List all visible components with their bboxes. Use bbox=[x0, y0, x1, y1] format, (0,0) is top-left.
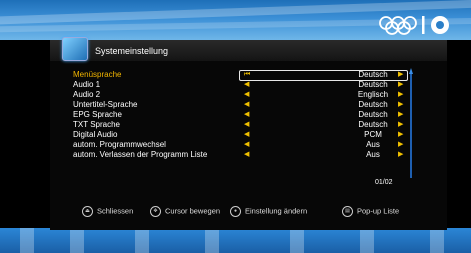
setting-label: Menüsprache bbox=[73, 70, 122, 79]
setting-value: Englisch bbox=[357, 90, 389, 99]
arrow-left-icon[interactable]: ◀ bbox=[244, 140, 249, 150]
setting-label: autom. Verlassen der Programm Liste bbox=[73, 150, 208, 159]
setting-row-digital-audio[interactable]: Digital Audio ◀ PCM ▶ bbox=[73, 130, 413, 140]
setting-label: TXT Sprache bbox=[73, 120, 120, 129]
arrow-left-icon[interactable]: ◀ bbox=[244, 150, 249, 160]
footer-move[interactable]: ✥ Cursor bewegen bbox=[150, 206, 220, 217]
popup-button-icon: ▤ bbox=[342, 206, 353, 217]
footer-close[interactable]: ⏏ Schliessen bbox=[82, 206, 133, 217]
setting-value: Aus bbox=[366, 150, 380, 159]
setting-label: Audio 2 bbox=[73, 90, 101, 99]
setting-row-auto-exit-list[interactable]: autom. Verlassen der Programm Liste ◀ Au… bbox=[73, 150, 413, 160]
setting-label: Digital Audio bbox=[73, 130, 118, 139]
footer-change[interactable]: ● Einstellung ändern bbox=[230, 206, 307, 217]
arrow-right-icon[interactable]: ▶ bbox=[398, 70, 403, 80]
setting-value: Deutsch bbox=[358, 80, 388, 89]
settings-list: Menüsprache ⏮ Deutsch ▶ Audio 1 ◀ Deutsc… bbox=[73, 70, 413, 160]
setting-value: Deutsch bbox=[358, 110, 388, 119]
settings-icon bbox=[62, 37, 88, 61]
setting-row-txt-language[interactable]: TXT Sprache ◀ Deutsch ▶ bbox=[73, 120, 413, 130]
page-title: Systemeinstellung bbox=[95, 46, 169, 56]
arrow-left-icon[interactable]: ◀ bbox=[244, 90, 249, 100]
setting-value: PCM bbox=[364, 130, 382, 139]
arrow-right-icon[interactable]: ▶ bbox=[398, 100, 403, 110]
page-indicator: 01/02 bbox=[375, 179, 393, 186]
arrow-left-icon[interactable]: ◀ bbox=[244, 80, 249, 90]
scrollbar[interactable] bbox=[409, 68, 413, 178]
setting-label: EPG Sprache bbox=[73, 110, 122, 119]
arrow-right-icon[interactable]: ▶ bbox=[398, 150, 403, 160]
setting-row-menu-language[interactable]: Menüsprache ⏮ Deutsch ▶ bbox=[73, 70, 413, 81]
setting-value: Deutsch bbox=[358, 100, 388, 109]
setting-row-audio-2[interactable]: Audio 2 ◀ Englisch ▶ bbox=[73, 90, 413, 100]
arrow-right-icon[interactable]: ▶ bbox=[398, 130, 403, 140]
setting-value: Deutsch bbox=[358, 120, 388, 129]
footer-change-label: Einstellung ändern bbox=[245, 206, 308, 216]
arrow-right-icon[interactable]: ▶ bbox=[398, 120, 403, 130]
cursor-button-icon: ✥ bbox=[150, 206, 161, 217]
arrow-left-icon[interactable]: ◀ bbox=[244, 120, 249, 130]
arrow-left-double-icon[interactable]: ⏮ bbox=[244, 70, 250, 80]
ok-button-icon: ● bbox=[230, 206, 241, 217]
arrow-right-icon[interactable]: ▶ bbox=[398, 90, 403, 100]
arrow-left-icon[interactable]: ◀ bbox=[244, 110, 249, 120]
arrow-right-icon[interactable]: ▶ bbox=[398, 140, 403, 150]
footer-close-label: Schliessen bbox=[97, 206, 134, 216]
exit-button-icon: ⏏ bbox=[82, 206, 93, 217]
footer-move-label: Cursor bewegen bbox=[165, 206, 221, 216]
setting-row-subtitle-language[interactable]: Untertitel-Sprache ◀ Deutsch ▶ bbox=[73, 100, 413, 110]
setting-label: Audio 1 bbox=[73, 80, 101, 89]
setting-value: Deutsch bbox=[358, 70, 388, 79]
footer-popup-label: Pop-up Liste bbox=[357, 206, 400, 216]
setting-row-auto-channel-change[interactable]: autom. Programmwechsel ◀ Aus ▶ bbox=[73, 140, 413, 150]
arrow-left-icon[interactable]: ◀ bbox=[244, 100, 249, 110]
setting-label: autom. Programmwechsel bbox=[73, 140, 166, 149]
olympic-rings-icon bbox=[379, 16, 449, 35]
arrow-right-icon[interactable]: ▶ bbox=[398, 80, 403, 90]
setting-row-audio-1[interactable]: Audio 1 ◀ Deutsch ▶ bbox=[73, 80, 413, 90]
arrow-right-icon[interactable]: ▶ bbox=[398, 110, 403, 120]
background-pool-bottom bbox=[0, 228, 471, 253]
scroll-track[interactable] bbox=[410, 74, 412, 178]
footer-popup[interactable]: ▤ Pop-up Liste bbox=[342, 206, 399, 217]
arrow-left-icon[interactable]: ◀ bbox=[244, 130, 249, 140]
setting-label: Untertitel-Sprache bbox=[73, 100, 138, 109]
setting-row-epg-language[interactable]: EPG Sprache ◀ Deutsch ▶ bbox=[73, 110, 413, 120]
setting-value: Aus bbox=[366, 140, 380, 149]
